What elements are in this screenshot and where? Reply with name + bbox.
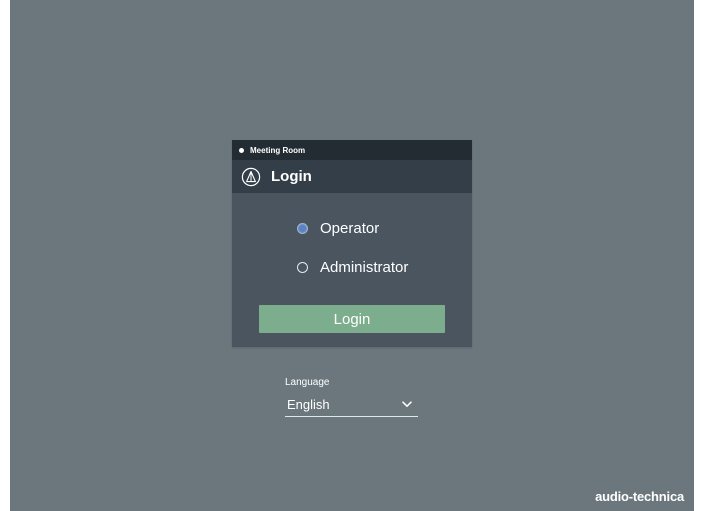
- radio-operator[interactable]: [297, 223, 308, 234]
- login-screen: Meeting Room Login Operator Administrato…: [10, 0, 694, 511]
- language-dropdown[interactable]: English: [285, 397, 418, 417]
- brand-logo: audio-technica: [595, 489, 684, 504]
- chevron-down-icon: [402, 401, 412, 407]
- language-selector: Language English: [285, 377, 418, 417]
- role-label-administrator: Administrator: [320, 259, 409, 276]
- role-option-administrator[interactable]: Administrator: [297, 259, 408, 276]
- language-value: English: [287, 397, 330, 412]
- room-status-bar: Meeting Room: [232, 140, 472, 160]
- login-dialog: Meeting Room Login Operator Administrato…: [232, 140, 472, 347]
- audio-technica-logo-icon: [241, 167, 261, 186]
- dialog-title: Login: [271, 168, 312, 185]
- role-option-operator[interactable]: Operator: [297, 220, 379, 237]
- dialog-header: Login: [232, 160, 472, 193]
- room-name: Meeting Room: [250, 145, 306, 155]
- role-label-operator: Operator: [320, 220, 380, 237]
- status-dot-icon: [239, 147, 244, 153]
- radio-administrator[interactable]: [297, 262, 308, 273]
- language-label: Language: [285, 377, 330, 388]
- login-button[interactable]: Login: [259, 305, 445, 333]
